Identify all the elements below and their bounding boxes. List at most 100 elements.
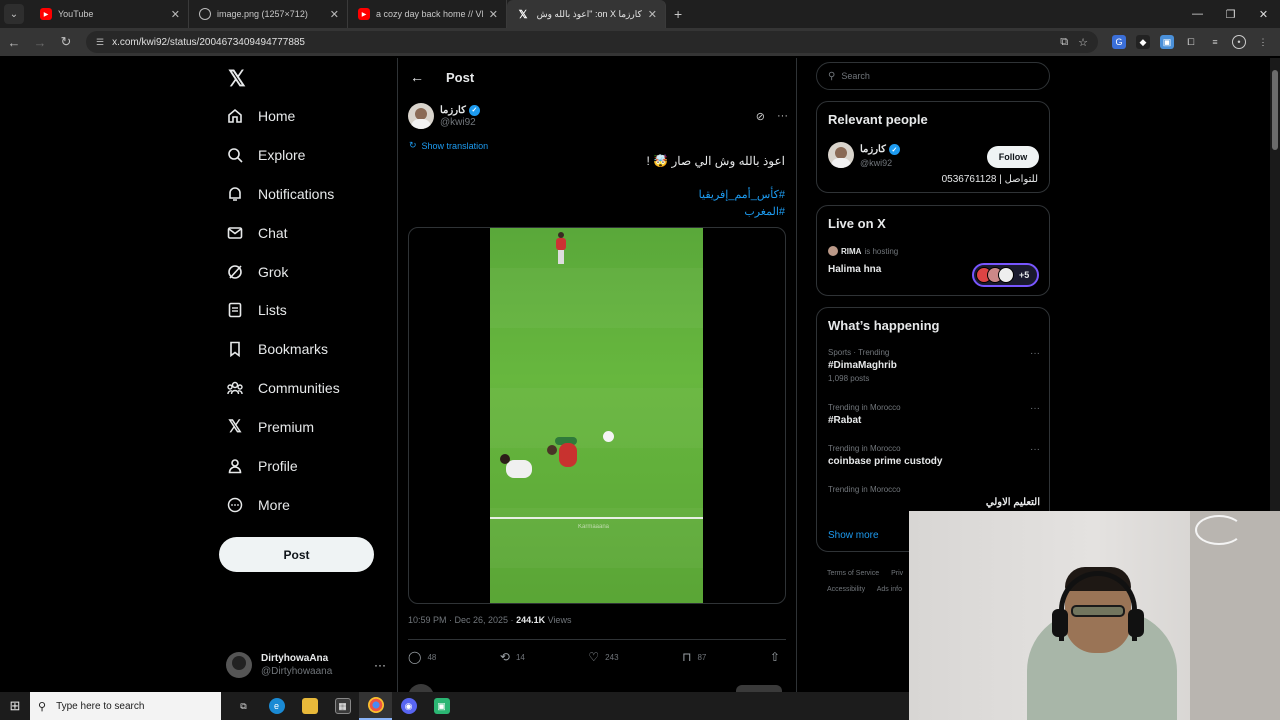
hashtag-link[interactable]: #كأس_أمم_إفريقيا (699, 187, 785, 204)
show-translation-link[interactable]: ↻ Show translation (409, 140, 488, 151)
puzzle-icon[interactable]: ⧠ (1184, 35, 1198, 49)
person-name-row[interactable]: كارزما ✓ (860, 144, 900, 155)
person-icon (226, 457, 244, 475)
discord-taskbar-button[interactable]: ◉ (392, 692, 425, 720)
post-video[interactable]: Karmaaana (408, 227, 786, 604)
search-icon (226, 146, 244, 164)
reading-list-icon[interactable]: ≡ (1208, 35, 1222, 49)
author-avatar[interactable] (408, 103, 434, 129)
forward-icon[interactable]: → (28, 35, 52, 50)
nav-notifications[interactable]: Notifications (226, 179, 334, 209)
author-name-row[interactable]: كارزما ✓ (440, 104, 480, 116)
scrollbar-thumb[interactable] (1272, 70, 1278, 150)
share-button[interactable]: ⇧ (770, 650, 786, 664)
explorer-taskbar-button[interactable] (293, 692, 326, 720)
author-handle[interactable]: @kwi92 (440, 117, 480, 128)
post-timestamp[interactable]: 10:59 PM · Dec 26, 2025 · (408, 615, 516, 625)
follow-button[interactable]: Follow (987, 146, 1039, 168)
search-input[interactable] (841, 71, 1032, 81)
close-tab-icon[interactable]: ✕ (171, 8, 180, 21)
nav-lists[interactable]: Lists (226, 295, 287, 325)
trend-item[interactable]: Trending in Morocco coinbase prime custo… (828, 444, 1040, 467)
x-logo-icon[interactable]: 𝕏 (228, 66, 246, 92)
browser-tab-image[interactable]: image.png (1257×712) ✕ (189, 0, 348, 28)
show-more-link[interactable]: Show more (828, 530, 879, 541)
nav-bookmarks[interactable]: Bookmarks (226, 334, 328, 364)
footer-link[interactable]: Accessibility (827, 586, 865, 593)
search-box[interactable]: ⚲ (816, 62, 1050, 90)
space-title[interactable]: Halima hna (828, 264, 881, 275)
tab-title: a cozy day back home // VLOG (376, 9, 483, 19)
nav-premium[interactable]: 𝕏 Premium (226, 412, 314, 442)
footer-link[interactable]: Ads info (877, 586, 902, 593)
close-tab-icon[interactable]: ✕ (648, 8, 657, 21)
person-avatar[interactable] (828, 142, 854, 168)
profile-icon[interactable]: • (1232, 35, 1246, 49)
windows-start-icon[interactable]: ⊞ (0, 692, 30, 720)
nav-more[interactable]: More (226, 490, 290, 520)
author-name: كارزما (440, 104, 466, 116)
image-extension-icon[interactable]: ▣ (1160, 35, 1174, 49)
nav-explore[interactable]: Explore (226, 140, 305, 170)
minimize-icon[interactable]: — (1181, 0, 1214, 28)
taskbar-search[interactable]: ⚲ Type here to search (30, 692, 221, 720)
site-info-icon[interactable]: ☰ (96, 37, 104, 48)
more-dots-icon[interactable]: ··· (1030, 403, 1040, 414)
install-icon[interactable]: ⧉ (1060, 36, 1068, 49)
nav-profile[interactable]: Profile (226, 451, 298, 481)
close-window-icon[interactable]: ✕ (1247, 0, 1280, 28)
nav-grok[interactable]: Grok (226, 257, 288, 287)
browser-tab-vlog[interactable]: ▶ a cozy day back home // VLOG ✕ (348, 0, 507, 28)
space-listeners-pill[interactable]: +5 (972, 263, 1039, 287)
back-icon[interactable]: ← (2, 35, 26, 50)
repost-count: 14 (515, 652, 525, 662)
bookmark-button[interactable]: ⊓ 87 (682, 650, 706, 664)
browser-tab-youtube[interactable]: ▶ YouTube ✕ (30, 0, 189, 28)
new-tab-icon[interactable]: + (674, 6, 682, 22)
more-dots-icon[interactable]: ··· (1030, 444, 1040, 455)
bell-icon (226, 185, 244, 203)
post-button[interactable]: Post (219, 537, 374, 572)
like-button[interactable]: ♡ 243 (588, 650, 618, 664)
trend-item[interactable]: Sports · Trending #DimaMaghrib 1,098 pos… (828, 348, 1040, 383)
bookmark-star-icon[interactable]: ☆ (1078, 36, 1088, 49)
store-taskbar-button[interactable]: ▦ (326, 692, 359, 720)
nav-chat[interactable]: Chat (226, 218, 288, 248)
diamond-extension-icon[interactable]: ◆ (1136, 35, 1150, 49)
mail-icon (226, 224, 244, 242)
nav-communities[interactable]: Communities (226, 373, 340, 403)
tab-title: كارزما on X: "اعوذ بالله وش ال (535, 8, 642, 19)
nav-home[interactable]: Home (226, 101, 295, 131)
account-switcher[interactable]: DirtyhowaAna @Dirtyhowaana ··· (226, 648, 386, 682)
hashtag-link[interactable]: #المغرب (699, 204, 785, 221)
more-dots-icon[interactable]: ··· (1030, 348, 1040, 359)
chrome-taskbar-button[interactable] (359, 692, 392, 720)
trend-item[interactable]: Trending in Morocco التعليم الاولي (828, 485, 1040, 508)
footer-link[interactable]: Terms of Service (827, 570, 879, 577)
task-view-button[interactable]: ⧉ (227, 692, 260, 720)
app-taskbar-button[interactable]: ▣ (425, 692, 458, 720)
footer-link[interactable]: Priv (891, 570, 903, 577)
restore-icon[interactable]: ❐ (1214, 0, 1247, 28)
more-dots-icon[interactable]: ··· (374, 658, 386, 672)
tab-search-button[interactable]: ⌄ (4, 4, 24, 24)
show-translation-label: Show translation (421, 140, 489, 151)
repost-button[interactable]: ⟲ 14 (500, 650, 525, 664)
close-tab-icon[interactable]: ✕ (489, 8, 498, 21)
menu-dots-icon[interactable]: ⋮ (1256, 35, 1270, 49)
address-bar[interactable]: ☰ x.com/kwi92/status/2004673409494777885… (86, 31, 1098, 53)
app-icon: ▣ (433, 698, 450, 714)
close-tab-icon[interactable]: ✕ (330, 8, 339, 21)
back-arrow-icon[interactable]: ← (410, 69, 424, 85)
more-dots-icon[interactable]: ··· (777, 110, 788, 123)
reply-button[interactable]: ◯ 48 (408, 650, 436, 664)
translate-extension-icon[interactable]: G (1112, 35, 1126, 49)
browser-tab-x-post[interactable]: 𝕏 كارزما on X: "اعوذ بالله وش ال ✕ (507, 0, 666, 28)
person-handle[interactable]: @kwi92 (860, 158, 892, 168)
live-on-x-card: Live on X RIMA is hosting Halima hna +5 (816, 205, 1050, 296)
edge-taskbar-button[interactable]: e (260, 692, 293, 720)
edge-icon: e (268, 698, 285, 714)
grok-icon[interactable]: ⊘ (756, 110, 765, 123)
trend-item[interactable]: Trending in Morocco #Rabat ··· (828, 403, 1040, 426)
reload-icon[interactable]: ↻ (54, 34, 78, 50)
